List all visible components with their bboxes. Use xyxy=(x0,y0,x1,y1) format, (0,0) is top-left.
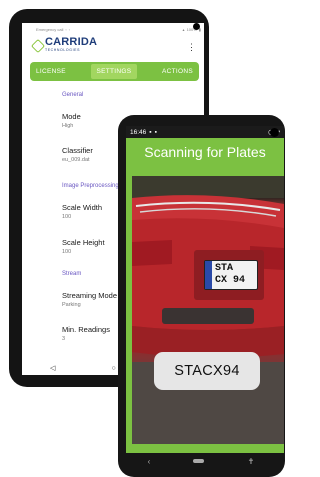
setting-label: Scale Height xyxy=(62,238,105,247)
scanner-phone: 16:46 ▪ ▪ ◷ ▾ Scanning for Plates xyxy=(118,115,285,477)
setting-label: Streaming Mode xyxy=(62,291,118,300)
front-camera xyxy=(193,23,200,30)
setting-classifier[interactable]: Classifier eu_009.dat xyxy=(62,146,93,163)
tab-license[interactable]: LICENSE xyxy=(36,68,66,75)
home-icon[interactable] xyxy=(193,459,205,463)
page-title: Scanning for Plates xyxy=(144,144,266,160)
plate-line-1: STA xyxy=(215,263,234,274)
tab-actions[interactable]: ACTIONS xyxy=(162,68,193,75)
tab-settings[interactable]: SETTINGS xyxy=(90,64,138,79)
car-rear-photo xyxy=(132,176,284,444)
notification-icon: ▪ xyxy=(149,128,152,136)
recognized-plate-result: STACX94 xyxy=(154,352,260,390)
scanner-screen: 16:46 ▪ ▪ ◷ ▾ Scanning for Plates xyxy=(126,126,284,453)
back-icon[interactable]: ◁ xyxy=(50,364,55,372)
section-header-general: General xyxy=(62,92,84,98)
notification-icon: ▪ xyxy=(154,128,157,136)
plate-line-2: CX 94 xyxy=(215,275,246,286)
setting-label: Mode xyxy=(62,112,81,121)
accessibility-icon[interactable]: ✝ xyxy=(248,457,255,466)
home-icon[interactable]: ○ xyxy=(111,365,115,372)
setting-value: 3 xyxy=(62,336,66,342)
setting-value: eu_009.dat xyxy=(62,157,90,163)
tab-bar: LICENSE SETTINGS ACTIONS xyxy=(30,62,199,81)
logo-name: CARRIDA xyxy=(45,36,98,48)
overflow-menu-icon[interactable]: ⋮ xyxy=(187,43,196,52)
status-bar: 16:46 ▪ ▪ ◷ ▾ xyxy=(126,126,284,138)
logo-subtitle: TECHNOLOGIES xyxy=(45,48,81,52)
setting-value: High xyxy=(62,123,74,129)
sim-icon: ▫ xyxy=(68,26,71,32)
front-camera xyxy=(270,128,279,137)
setting-value: Parking xyxy=(62,302,81,308)
settings-list: General Mode High Classifier eu_009.dat … xyxy=(22,81,204,342)
setting-label: Scale Width xyxy=(62,203,103,212)
status-text: Emergency call xyxy=(36,26,64,32)
setting-value: 100 xyxy=(62,249,72,255)
setting-scale-height[interactable]: Scale Height 100 xyxy=(62,238,105,255)
section-header-image-preprocessing: Image Preprocessing xyxy=(62,183,119,189)
setting-value: 100 xyxy=(62,214,72,220)
setting-label: Classifier xyxy=(62,146,93,155)
setting-mode[interactable]: Mode High xyxy=(62,112,81,129)
carrida-logo-icon xyxy=(31,39,43,51)
app-logo: CARRIDA TECHNOLOGIES xyxy=(45,37,97,53)
navigation-bar: ‹ ✝ xyxy=(126,453,276,469)
sim-icon: ▫ xyxy=(65,26,67,32)
back-icon[interactable]: ‹ xyxy=(148,457,151,466)
status-bar: Emergency call ▫ ▫ ▴ 100% ▮ xyxy=(22,23,204,35)
license-plate: STA CX 94 xyxy=(204,260,258,290)
setting-streaming-mode[interactable]: Streaming Mode Parking xyxy=(62,291,117,308)
section-header-stream: Stream xyxy=(62,271,82,277)
signal-icon: ▴ xyxy=(182,26,185,32)
eu-stripe xyxy=(205,261,212,289)
setting-label: Min. Readings xyxy=(62,325,110,334)
clock: 16:46 xyxy=(130,128,147,136)
setting-min-readings[interactable]: Min. Readings 3 xyxy=(62,325,110,342)
app-header: CARRIDA TECHNOLOGIES ⋮ xyxy=(22,35,204,57)
setting-scale-width[interactable]: Scale Width 100 xyxy=(62,203,102,220)
camera-viewfinder: STA CX 94 xyxy=(132,176,284,444)
